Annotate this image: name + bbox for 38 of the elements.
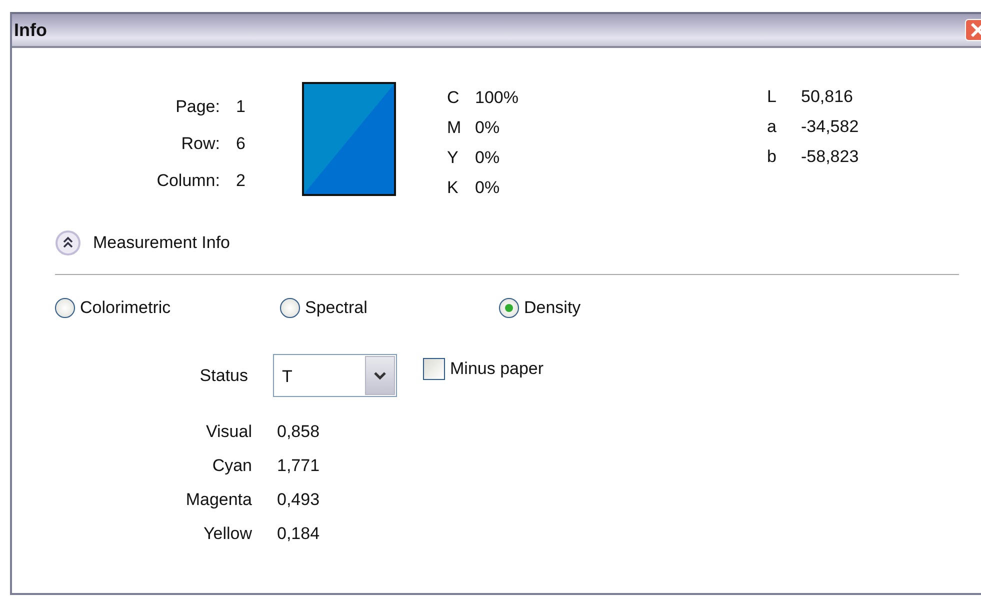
channel-value: 0% — [475, 117, 501, 138]
density-value: 0,858 — [277, 421, 321, 442]
field-label: Column: — [156, 170, 220, 191]
density-value: 1,771 — [277, 455, 321, 476]
chevron-down-icon[interactable] — [373, 370, 387, 380]
density-value: 0,493 — [277, 489, 321, 510]
channel-value: -34,582 — [801, 116, 859, 137]
channel-label: L — [767, 86, 778, 107]
radio-option[interactable]: Density — [499, 298, 581, 318]
channel-label: K — [447, 177, 460, 198]
radio-option[interactable]: Spectral — [280, 298, 499, 318]
channel-label: M — [447, 117, 462, 138]
field-value: 6 — [236, 133, 246, 154]
channel-value: 50,816 — [801, 86, 854, 107]
collapse-icon[interactable] — [55, 230, 81, 256]
density-label: Visual — [205, 421, 252, 442]
density-label: Yellow — [202, 523, 252, 544]
status-dropdown[interactable]: T — [273, 354, 397, 397]
field-label: Page: — [174, 96, 220, 117]
channel-value: 0% — [475, 177, 501, 198]
field-label: Row: — [180, 133, 220, 154]
channel-value: -58,823 — [801, 146, 859, 167]
minus-paper-checkbox[interactable]: Minus paper — [423, 358, 544, 380]
section-label: Measurement Info — [93, 233, 230, 253]
channel-value: 0% — [475, 147, 501, 168]
field-label: Status — [198, 366, 248, 386]
window-title: Info — [13, 20, 47, 40]
density-label: Magenta — [184, 489, 252, 510]
density-label: Cyan — [211, 455, 252, 476]
channel-label: a — [767, 116, 778, 137]
channel-label: Y — [447, 147, 460, 168]
field-value: 2 — [236, 170, 246, 191]
channel-value: 100% — [475, 87, 520, 108]
density-value: 0,184 — [277, 523, 321, 544]
radio-option[interactable]: Colorimetric — [55, 298, 280, 318]
channel-label: b — [767, 146, 778, 167]
field-value: 1 — [236, 96, 246, 117]
channel-label: C — [447, 87, 460, 108]
